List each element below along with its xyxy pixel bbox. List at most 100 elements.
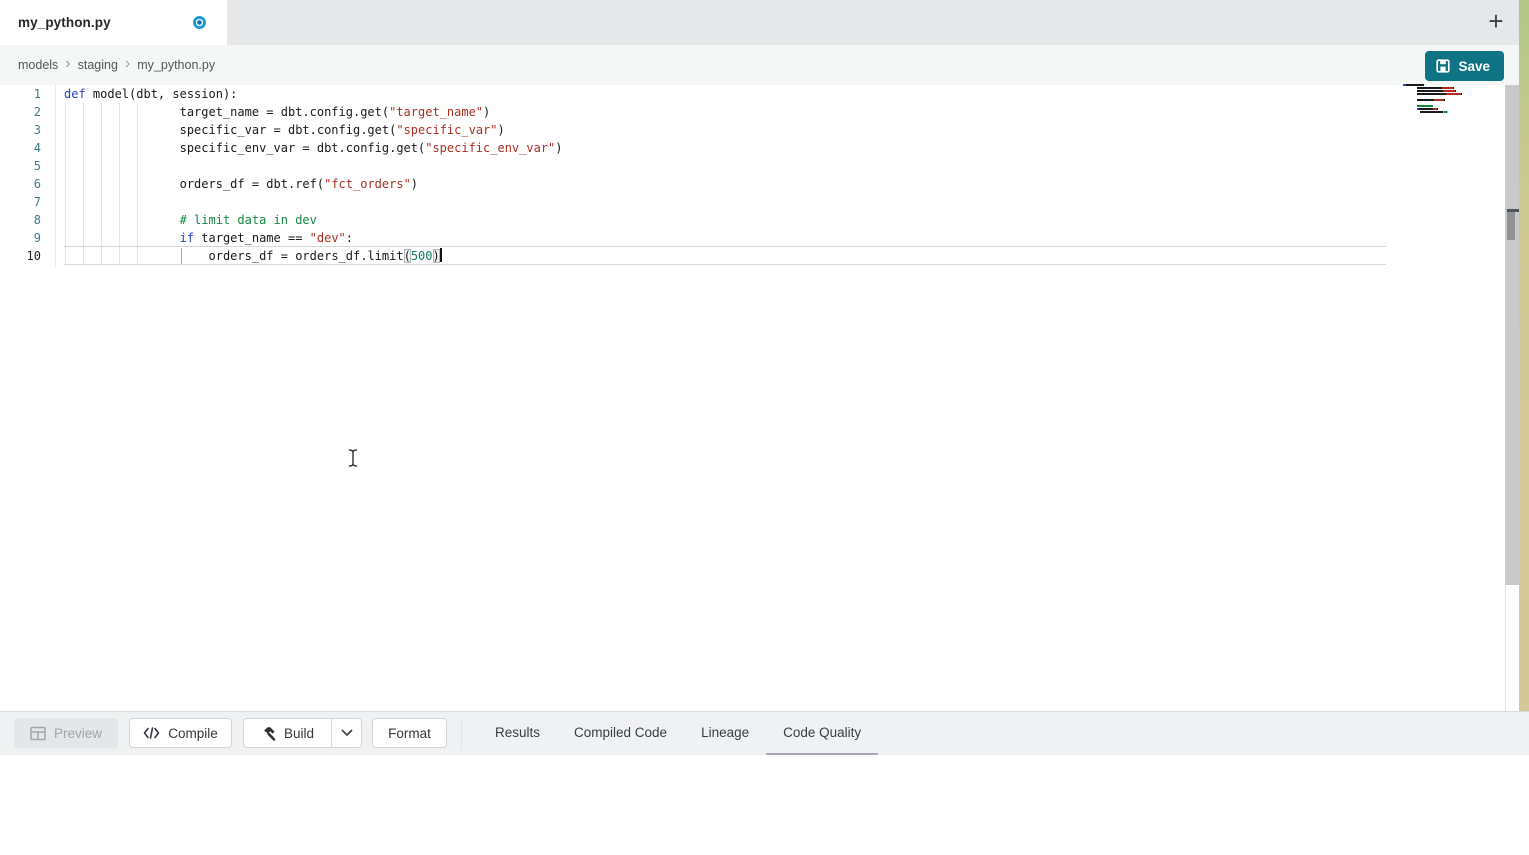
floppy-disk-icon <box>1436 59 1450 73</box>
code-token: ) <box>411 177 418 191</box>
file-tab-my-python[interactable]: my_python.py <box>0 0 227 45</box>
minimap-row <box>1403 93 1465 95</box>
minimap-row <box>1403 87 1465 89</box>
code-token: orders_df = orders_df.limit <box>209 249 404 263</box>
code-token: ) <box>498 123 505 137</box>
minimap-row <box>1403 105 1465 107</box>
vertical-scrollbar-track[interactable] <box>1505 85 1519 585</box>
code-token <box>64 249 209 263</box>
code-token: orders_df = dbt.ref( <box>180 177 325 191</box>
result-tabs: Results Compiled Code Lineage Code Quali… <box>478 712 878 756</box>
preview-button-label: Preview <box>54 726 102 741</box>
chevron-right-icon: › <box>65 56 70 72</box>
gutter-border <box>55 85 56 267</box>
code-token: if <box>180 231 194 245</box>
text-cursor <box>440 248 442 262</box>
unsaved-changes-dot-icon <box>193 16 206 29</box>
code-token: target_name == <box>194 231 310 245</box>
file-tab-label: my_python.py <box>18 15 111 30</box>
tab-code-quality[interactable]: Code Quality <box>766 712 878 756</box>
code-editor[interactable]: 12345678910 def model(dbt, session): tar… <box>0 85 1529 711</box>
code-token <box>64 105 180 119</box>
minimap-row <box>1403 99 1465 101</box>
line-number[interactable]: 4 <box>0 139 41 157</box>
hammer-icon <box>261 726 276 741</box>
minimap[interactable] <box>1403 84 1465 114</box>
code-token: specific_env_var = dbt.config.get( <box>180 141 426 155</box>
tab-compiled-code[interactable]: Compiled Code <box>557 712 684 756</box>
line-number[interactable]: 6 <box>0 175 41 193</box>
code-token: model(dbt, session): <box>86 87 238 101</box>
code-token: "specific_env_var" <box>425 141 555 155</box>
build-dropdown-button[interactable] <box>332 719 361 747</box>
desktop-edge-strip <box>1519 0 1529 715</box>
build-button-label: Build <box>284 726 314 741</box>
vertical-scrollbar-thumb[interactable] <box>1507 212 1515 240</box>
code-line[interactable] <box>64 193 563 211</box>
code-token: ) <box>483 105 490 119</box>
code-content[interactable]: def model(dbt, session): target_name = d… <box>64 85 563 265</box>
line-number[interactable]: 1 <box>0 85 41 103</box>
scrollbar-track-border <box>1505 585 1506 711</box>
line-number[interactable]: 9 <box>0 229 41 247</box>
tab-lineage[interactable]: Lineage <box>684 712 766 756</box>
format-button-label: Format <box>388 726 431 741</box>
save-button-label: Save <box>1458 59 1490 74</box>
code-token: # limit data in dev <box>180 213 317 227</box>
tab-results[interactable]: Results <box>478 712 557 756</box>
code-token <box>64 231 180 245</box>
code-token: 500 <box>411 249 433 263</box>
code-line[interactable] <box>64 157 563 175</box>
code-line[interactable]: specific_var = dbt.config.get("specific_… <box>64 121 563 139</box>
breadcrumb-bar: models › staging › my_python.py Save <box>0 45 1529 85</box>
code-line[interactable]: # limit data in dev <box>64 211 563 229</box>
code-token: "target_name" <box>389 105 483 119</box>
code-line[interactable]: specific_env_var = dbt.config.get("speci… <box>64 139 563 157</box>
minimap-row <box>1403 90 1465 92</box>
breadcrumb-staging[interactable]: staging <box>78 58 118 72</box>
code-token: "fct_orders" <box>324 177 411 191</box>
compile-button[interactable]: Compile <box>129 718 232 748</box>
minimap-row <box>1403 102 1465 104</box>
format-button[interactable]: Format <box>372 718 447 748</box>
code-token <box>64 123 180 137</box>
code-token: "specific_var" <box>396 123 497 137</box>
code-line[interactable]: if target_name == "dev": <box>64 229 563 247</box>
code-token: def <box>64 87 86 101</box>
tab-bar: my_python.py + <box>0 0 1529 45</box>
line-number[interactable]: 5 <box>0 157 41 175</box>
preview-button[interactable]: Preview <box>14 718 118 748</box>
code-token: ) <box>555 141 562 155</box>
app-window: my_python.py + models › staging › my_pyt… <box>0 0 1529 855</box>
line-number[interactable]: 10 <box>0 247 41 265</box>
line-number-gutter[interactable]: 12345678910 <box>0 85 41 265</box>
toolbar-divider <box>461 717 462 750</box>
breadcrumb-models[interactable]: models <box>18 58 58 72</box>
save-button[interactable]: Save <box>1425 51 1504 81</box>
breadcrumb-file[interactable]: my_python.py <box>137 58 215 72</box>
code-line[interactable]: orders_df = orders_df.limit(500) <box>64 247 563 265</box>
new-tab-button[interactable]: + <box>1481 6 1511 38</box>
bottom-toolbar: Preview Compile Build <box>0 711 1529 755</box>
compile-button-label: Compile <box>168 726 218 741</box>
code-token: ( <box>404 249 411 263</box>
code-token <box>64 177 180 191</box>
mouse-cursor-ibeam-icon <box>346 448 360 468</box>
line-number[interactable]: 2 <box>0 103 41 121</box>
minimap-row <box>1403 108 1465 110</box>
code-token: "dev" <box>310 231 346 245</box>
code-line[interactable]: orders_df = dbt.ref("fct_orders") <box>64 175 563 193</box>
line-number[interactable]: 7 <box>0 193 41 211</box>
code-line[interactable]: target_name = dbt.config.get("target_nam… <box>64 103 563 121</box>
build-split-button: Build <box>243 718 362 748</box>
code-token: : <box>346 231 353 245</box>
minimap-row <box>1403 96 1465 98</box>
code-line[interactable]: def model(dbt, session): <box>64 85 563 103</box>
line-number[interactable]: 3 <box>0 121 41 139</box>
line-number[interactable]: 8 <box>0 211 41 229</box>
build-button[interactable]: Build <box>244 719 331 747</box>
minimap-row <box>1403 84 1465 86</box>
code-quality-panel <box>0 755 1529 855</box>
code-token: ) <box>433 249 440 263</box>
code-token: target_name = dbt.config.get( <box>180 105 390 119</box>
